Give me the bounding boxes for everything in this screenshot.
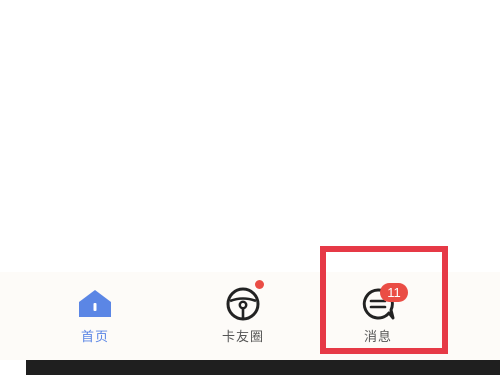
tab-messages[interactable]: 11 消息: [338, 272, 418, 360]
bottom-dark-bar: [26, 360, 500, 375]
bottom-tab-bar: 首页 卡友圈 11 消息: [0, 272, 500, 360]
tab-home[interactable]: 首页: [55, 272, 135, 360]
content-area: [0, 0, 500, 272]
chat-bubble-icon: 11: [358, 283, 408, 324]
unread-count-badge: 11: [380, 283, 408, 302]
tab-home-label: 首页: [80, 330, 109, 345]
app-screen: 首页 卡友圈 11 消息: [0, 0, 500, 375]
home-icon: [75, 284, 115, 324]
tab-messages-label: 消息: [363, 330, 392, 345]
notification-dot: [255, 280, 264, 289]
tab-truck-friends-label: 卡友圈: [221, 330, 264, 345]
steering-wheel-icon: [223, 280, 264, 324]
tab-truck-friends[interactable]: 卡友圈: [198, 272, 288, 360]
